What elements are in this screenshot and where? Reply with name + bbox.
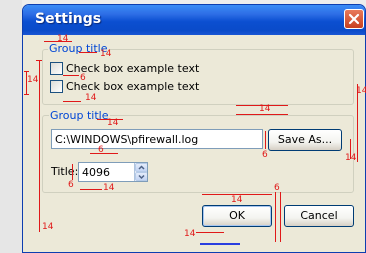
save-as-label: Save As...	[277, 133, 333, 146]
annotation-buttons-top: 14	[231, 195, 243, 205]
save-as-button[interactable]: Save As...	[268, 129, 342, 151]
chevron-up-icon	[138, 165, 145, 170]
annotation-line	[63, 75, 79, 76]
window-title: Settings	[35, 11, 102, 27]
background-strip	[0, 0, 22, 253]
ok-label: OK	[229, 209, 245, 222]
size-value: 4096	[82, 166, 110, 179]
close-icon	[348, 13, 360, 25]
annotation-buttons-gap: 6	[274, 183, 280, 193]
ok-button[interactable]: OK	[202, 205, 272, 227]
size-spinner[interactable]	[134, 163, 147, 181]
annotation-group-title-right: 14	[100, 49, 112, 59]
annotation-top-group: 14	[57, 34, 69, 44]
annotation-line	[200, 243, 240, 245]
annotation-line	[80, 189, 102, 190]
size-field[interactable]: 4096	[78, 162, 148, 182]
annotation-line	[236, 114, 288, 115]
spinner-down-button[interactable]	[135, 172, 147, 181]
annotation-line	[36, 60, 42, 61]
annotation-below-cb: 14	[85, 93, 97, 103]
title-label: Title:	[51, 165, 79, 178]
annotation-bottom: 14	[184, 229, 196, 239]
annotation-line	[90, 153, 118, 154]
spinner-up-button[interactable]	[135, 163, 147, 172]
annotation-line	[72, 164, 73, 180]
annotation-textbox-gap: 6	[262, 150, 268, 160]
annotation-left-group: 14	[42, 222, 54, 232]
annotation-line	[24, 71, 29, 72]
annotation-left-window: 14	[27, 75, 39, 85]
annotation-save-as-bottom: 14	[345, 153, 357, 163]
group-title-2: Group title	[49, 109, 110, 122]
cancel-label: Cancel	[300, 209, 338, 222]
annotation-line	[265, 131, 266, 149]
annotation-line	[63, 101, 81, 102]
close-button[interactable]	[344, 9, 364, 29]
annotation-line	[39, 60, 40, 232]
annotation-title-gap: 6	[68, 180, 74, 190]
checkbox-1[interactable]	[50, 62, 63, 75]
annotation-title-bottom: 14	[103, 183, 115, 193]
log-path-input[interactable]: C:\WINDOWS\pfirewall.log	[51, 129, 263, 149]
annotation-line	[24, 94, 29, 95]
annotation-cb-spacing: 6	[80, 73, 86, 83]
annotation-line	[280, 192, 281, 242]
chevron-down-icon	[138, 174, 145, 180]
annotation-line	[79, 52, 97, 53]
annotation-group2-title: 14	[107, 118, 119, 128]
annotation-path-bottom: 6	[98, 145, 104, 155]
annotation-right-group: 14	[356, 86, 366, 96]
annotation-between-groups: 14	[259, 104, 271, 114]
annotation-line	[275, 192, 276, 242]
checkbox-2[interactable]	[50, 80, 63, 93]
cancel-button[interactable]: Cancel	[284, 205, 354, 227]
annotation-line	[196, 232, 224, 233]
